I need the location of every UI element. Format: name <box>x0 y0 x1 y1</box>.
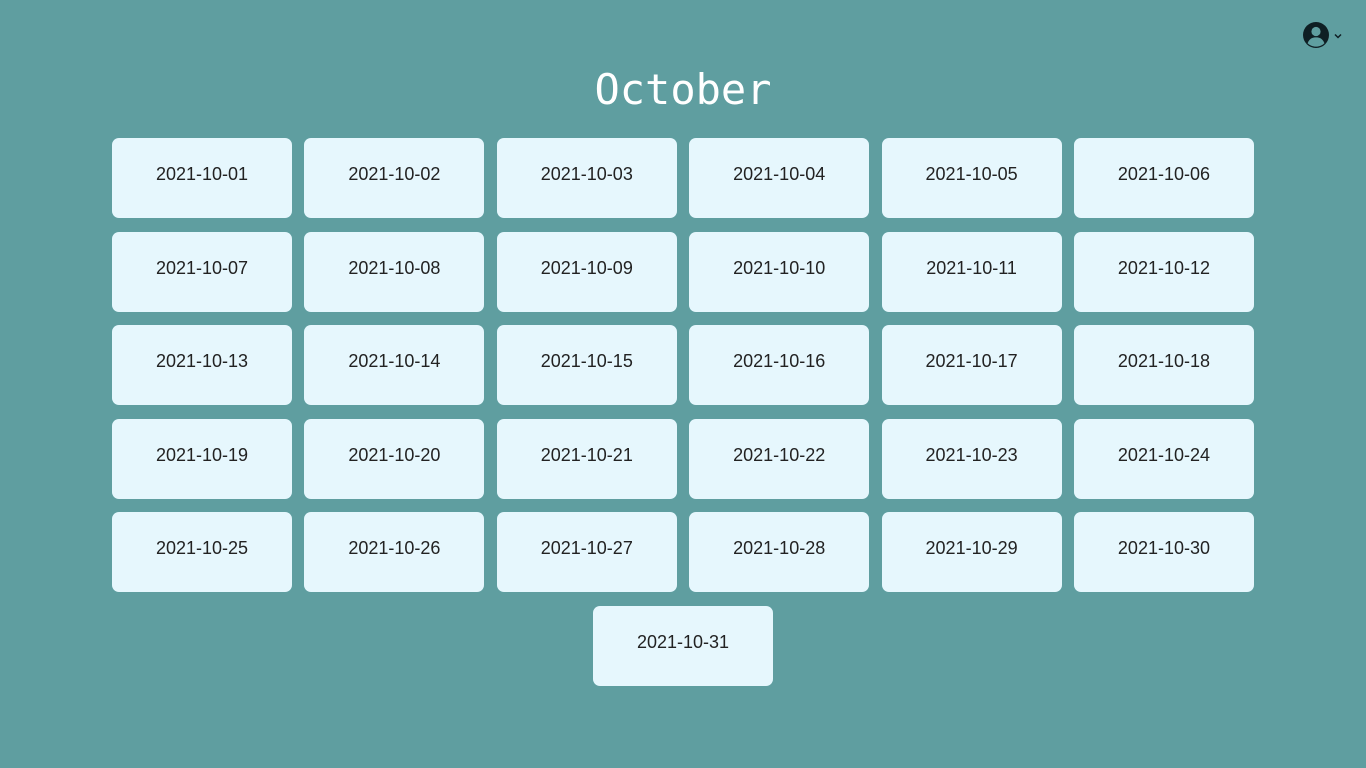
day-card[interactable]: 2021-10-14 <box>304 325 485 406</box>
day-card[interactable]: 2021-10-08 <box>304 231 485 312</box>
account-menu-button[interactable] <box>1302 21 1343 49</box>
day-card[interactable]: 2021-10-19 <box>112 418 293 499</box>
day-card[interactable]: 2021-10-06 <box>1073 138 1254 218</box>
day-card[interactable]: 2021-10-17 <box>881 325 1062 406</box>
day-card[interactable]: 2021-10-28 <box>689 512 870 593</box>
day-grid: 2021-10-01 2021-10-02 2021-10-03 2021-10-04… <box>112 138 1254 686</box>
day-card[interactable]: 2021-10-03 <box>496 138 677 218</box>
day-card[interactable]: 2021-10-21 <box>496 418 677 499</box>
user-circle-icon <box>1303 22 1329 48</box>
day-card[interactable]: 2021-10-10 <box>689 231 870 312</box>
day-card[interactable]: 2021-10-18 <box>1073 325 1254 406</box>
day-card[interactable]: 2021-10-15 <box>496 325 677 406</box>
day-card[interactable]: 2021-10-12 <box>1073 231 1254 312</box>
day-card[interactable]: 2021-10-22 <box>689 418 870 499</box>
day-card[interactable]: 2021-10-04 <box>689 138 870 218</box>
day-card[interactable]: 2021-10-29 <box>881 512 1062 593</box>
day-card[interactable]: 2021-10-24 <box>1073 418 1254 499</box>
day-card[interactable]: 2021-10-11 <box>881 231 1062 312</box>
chevron-down-icon <box>1334 33 1342 39</box>
day-card[interactable]: 2021-10-25 <box>112 512 293 593</box>
day-card[interactable]: 2021-10-26 <box>304 512 485 593</box>
day-card[interactable]: 2021-10-13 <box>112 325 293 406</box>
day-card[interactable]: 2021-10-02 <box>304 138 485 218</box>
month-title: October <box>594 65 772 114</box>
day-card[interactable]: 2021-10-09 <box>496 231 677 312</box>
day-card[interactable]: 2021-10-05 <box>881 138 1062 218</box>
day-card[interactable]: 2021-10-07 <box>112 231 293 312</box>
day-card[interactable]: 2021-10-23 <box>881 418 1062 499</box>
day-card[interactable]: 2021-10-20 <box>304 418 485 499</box>
day-card[interactable]: 2021-10-31 <box>593 605 773 686</box>
day-card[interactable]: 2021-10-01 <box>112 138 293 218</box>
day-card[interactable]: 2021-10-27 <box>496 512 677 593</box>
day-card[interactable]: 2021-10-30 <box>1073 512 1254 593</box>
day-card[interactable]: 2021-10-16 <box>689 325 870 406</box>
